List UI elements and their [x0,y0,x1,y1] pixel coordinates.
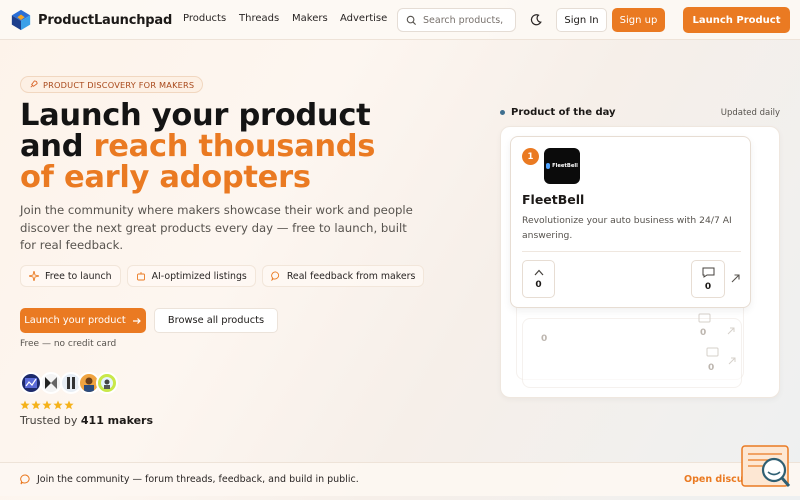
product-card[interactable]: 1 FleetBell FleetBell Revolutionize your… [510,136,751,308]
launch-your-product-label: Launch your product [24,315,126,326]
comment-count: 0 [704,281,712,292]
star-icon [20,400,30,410]
search-box[interactable] [397,8,516,32]
comment-icon [702,267,714,278]
search-icon [406,15,417,25]
hero-title-accent2: of early adopters [20,160,311,195]
avatar[interactable] [96,372,118,394]
ghost-external-link-icon [728,357,736,365]
feature-free: Free to launch [20,265,121,287]
sparkle-icon [29,271,39,281]
support-widget-icon[interactable] [740,444,792,494]
nav-threads[interactable]: Threads [239,13,279,24]
external-link-icon[interactable] [731,274,740,283]
chat-bubble-icon [20,474,30,485]
trusted-by: Trusted by 411 makers [20,414,153,427]
chat-bubble-icon [271,271,279,281]
product-of-the-day-heading: Product of the day [500,107,616,118]
bot-icon [136,272,145,281]
sign-in-button[interactable]: Sign In [556,8,607,32]
hero-badge-label: PRODUCT DISCOVERY FOR MAKERS [43,79,195,90]
ghost-comment-count: 0 [700,328,707,338]
rocket-logo-icon [11,9,31,31]
rating-stars [20,400,74,410]
bell-icon [546,163,551,169]
star-icon [53,400,63,410]
product-of-the-day-label: Product of the day [511,107,616,118]
chevron-up-icon [534,269,543,275]
hero-title-line1: Launch your product [20,98,371,133]
divider [522,251,741,252]
product-description: Revolutionize your auto business with 24… [522,215,732,241]
feature-ai-label: AI-optimized listings [151,270,247,282]
avatar[interactable] [40,372,62,394]
hero-title-and: and [20,129,94,164]
nav-advertise[interactable]: Advertise [340,13,387,24]
status-dot [500,110,505,115]
hero-title-accent1: reach thousands [93,129,376,164]
feature-free-label: Free to launch [45,270,112,282]
dark-mode-toggle-icon[interactable] [528,12,544,28]
upvote-button[interactable]: 0 [522,260,555,298]
search-input[interactable] [423,14,513,26]
browse-products-button[interactable]: Browse all products [154,308,278,333]
feature-feedback-label: Real feedback from makers [286,270,416,282]
nav-products[interactable]: Products [183,13,226,24]
star-icon [64,400,74,410]
feature-ai: AI-optimized listings [126,265,256,287]
launch-your-product-button[interactable]: Launch your product [20,308,146,333]
hero-badge: PRODUCT DISCOVERY FOR MAKERS [20,76,204,93]
updated-note: Updated daily [720,108,780,118]
launch-product-button[interactable]: Launch Product [683,7,790,33]
product-name[interactable]: FleetBell [522,192,584,207]
rocket-icon [30,80,38,88]
top-nav: ProductLaunchpad Products Threads Makers… [0,0,800,40]
star-icon [31,400,41,410]
star-icon [42,400,52,410]
ghost-comment-icon [706,347,719,357]
sign-up-button[interactable]: Sign up [612,8,665,32]
feature-list: Free to launch AI-optimized listings Rea… [20,265,425,287]
brand-name: ProductLaunchpad [38,12,173,28]
arrow-right-icon [132,317,141,324]
product-logo[interactable]: FleetBell [544,148,580,184]
community-bar: Join the community — forum threads, feed… [0,462,800,496]
community-note: Join the community — forum threads, feed… [20,474,359,485]
nav-makers[interactable]: Makers [292,13,328,24]
ghost-external-link-icon [727,327,735,335]
brand-logo[interactable]: ProductLaunchpad [10,9,172,31]
ghost-vote-count: 0 [541,334,548,344]
free-note: Free — no credit card [20,339,117,349]
hero-subtitle: Join the community where makers showcase… [20,203,413,252]
ghost-comment-icon [698,313,711,323]
hero-title: Launch your product and reach thousands … [20,100,420,193]
ghost-comment-count: 0 [708,363,715,373]
community-text: Join the community — forum threads, feed… [37,474,359,485]
feature-feedback: Real feedback from makers [261,265,425,287]
trusted-prefix: Trusted by [20,414,81,427]
product-logo-text: FleetBell [552,163,578,169]
upvote-count: 0 [535,279,542,290]
maker-avatars [20,372,118,394]
comments-button[interactable]: 0 [691,260,725,298]
rank-badge: 1 [522,148,539,165]
trusted-count: 411 makers [80,414,154,427]
avatar[interactable] [20,372,42,394]
